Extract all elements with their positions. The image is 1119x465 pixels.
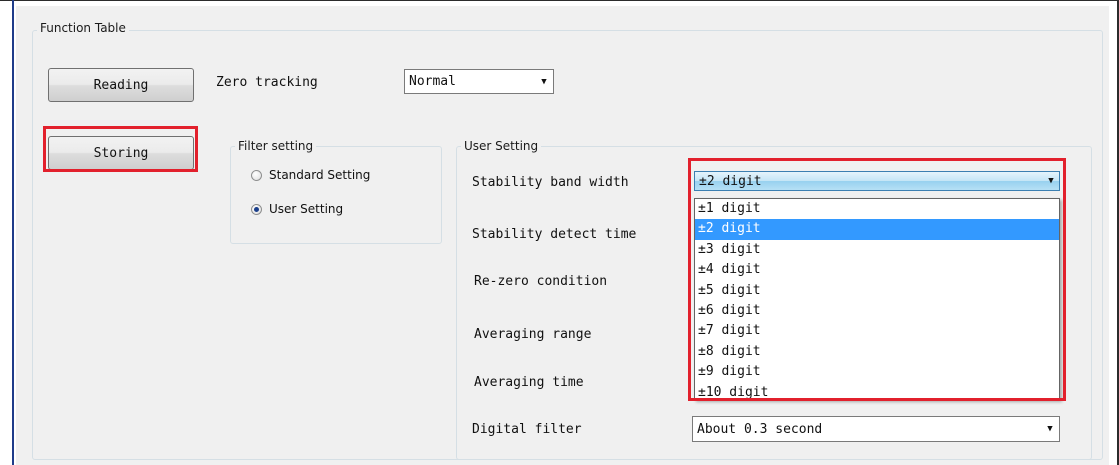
- digital-filter-label: Digital filter: [472, 422, 582, 437]
- filter-setting-title: Filter setting: [235, 138, 317, 154]
- stability-band-width-dropdown-list: ±1 digit ±2 digit ±3 digit ±4 digit ±5 d…: [694, 198, 1060, 400]
- zero-tracking-label: Zero tracking: [216, 75, 318, 90]
- dropdown-option-selected[interactable]: ±2 digit: [695, 219, 1059, 240]
- averaging-range-label: Averaging range: [474, 327, 592, 342]
- user-setting-label: User Setting: [269, 202, 344, 216]
- dropdown-option[interactable]: ±9 digit: [695, 362, 1059, 382]
- stability-detect-time-label: Stability detect time: [472, 227, 637, 242]
- stability-band-width-label: Stability band width: [472, 175, 629, 190]
- dropdown-option[interactable]: ±7 digit: [695, 321, 1059, 341]
- dropdown-option[interactable]: ±5 digit: [695, 281, 1059, 301]
- stability-band-width-value: ±2 digit: [699, 173, 762, 189]
- chevron-down-icon: ▼: [541, 76, 547, 87]
- function-table-title: Function Table: [37, 20, 129, 36]
- dropdown-option[interactable]: ±1 digit: [695, 199, 1059, 219]
- zero-tracking-select[interactable]: Normal ▼: [404, 69, 554, 94]
- filter-setting-group: Filter setting: [230, 138, 442, 244]
- reading-button[interactable]: Reading: [48, 68, 194, 102]
- digital-filter-select[interactable]: About 0.3 second ▼: [692, 416, 1060, 442]
- standard-setting-label: Standard Setting: [269, 168, 371, 182]
- re-zero-condition-label: Re-zero condition: [474, 274, 608, 289]
- radio-checked-icon: [251, 203, 262, 215]
- dropdown-option[interactable]: ±8 digit: [695, 342, 1059, 362]
- chevron-down-icon: ▼: [1048, 176, 1054, 186]
- user-setting-title: User Setting: [461, 138, 542, 154]
- standard-setting-radio[interactable]: Standard Setting: [251, 168, 370, 182]
- dropdown-option[interactable]: ±10 digit: [695, 383, 1059, 399]
- left-edge-border: [12, 0, 14, 465]
- dropdown-option[interactable]: ±4 digit: [695, 260, 1059, 280]
- dropdown-option[interactable]: ±6 digit: [695, 301, 1059, 321]
- radio-unchecked-icon: [251, 169, 262, 181]
- storing-button[interactable]: Storing: [48, 136, 194, 170]
- zero-tracking-value: Normal: [409, 74, 456, 89]
- averaging-time-label: Averaging time: [474, 375, 584, 390]
- chevron-down-icon: ▼: [1047, 424, 1053, 434]
- stability-band-width-select[interactable]: ±2 digit ▼: [694, 171, 1060, 191]
- user-setting-radio[interactable]: User Setting: [251, 202, 343, 216]
- digital-filter-value: About 0.3 second: [697, 421, 823, 437]
- dropdown-option[interactable]: ±3 digit: [695, 240, 1059, 260]
